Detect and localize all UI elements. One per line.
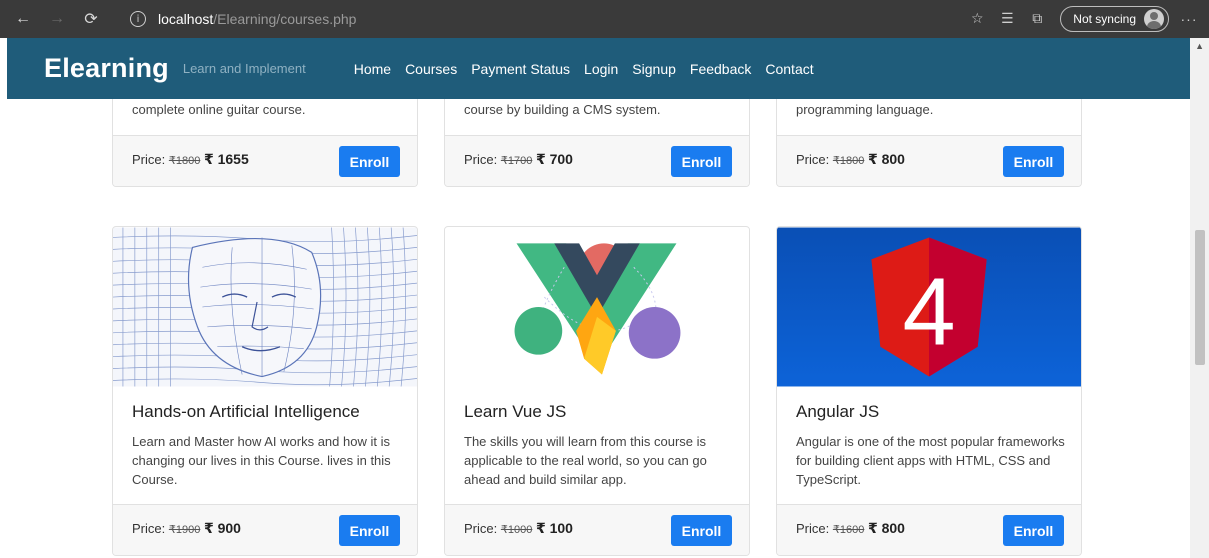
site-navbar-overlay: Elearning Learn and Implement Home Cours… [7,38,1190,99]
nav-feedback[interactable]: Feedback [690,61,751,77]
enroll-button[interactable]: Enroll [339,515,400,546]
price-info: Price: ₹1800 ₹ 800 [796,151,905,168]
price-info: Price: ₹1900 ₹ 900 [132,520,241,537]
new-price: ₹ 100 [535,520,573,536]
enroll-button[interactable]: Enroll [671,515,732,546]
info-icon[interactable]: i [130,11,146,27]
profile-sync-button[interactable]: Not syncing [1060,6,1169,32]
price-label: Price: [796,152,830,167]
url-host: localhost [158,11,214,27]
price-info: Price: ₹1800 ₹ 1655 [132,151,249,168]
enroll-button[interactable]: Enroll [1003,515,1064,546]
old-price: ₹1700 [500,155,533,167]
nav-contact[interactable]: Contact [765,61,813,77]
old-price: ₹1600 [832,524,865,536]
card-footer: Price: ₹1800 ₹ 1655 Enroll [113,135,417,186]
favorites-list-icon[interactable]: ☰ [992,11,1022,27]
card-footer: Price: ₹1700 ₹ 700 Enroll [445,135,749,186]
course-description: Angular is one of the most popular frame… [796,434,1065,487]
ai-wireframe-face-image [113,227,417,387]
card-description: complete online guitar course. [132,102,306,117]
card-footer: Price: ₹1600 ₹ 800 Enroll [777,504,1081,555]
old-price: ₹1000 [500,524,533,536]
browser-toolbar: ← → ⟳ i localhost/Elearning/courses.php … [0,0,1209,38]
back-icon[interactable]: ← [6,4,40,34]
nav-courses[interactable]: Courses [405,61,457,77]
card-description: course by building a CMS system. [464,102,661,117]
nav-home[interactable]: Home [354,61,391,77]
new-price: ₹ 900 [203,520,241,536]
old-price: ₹1900 [168,524,201,536]
price-label: Price: [132,521,166,536]
forward-icon[interactable]: → [40,4,74,34]
course-card: complete online guitar course. Price: ₹1… [112,87,418,187]
course-card: Learn Vue JS The skills you will learn f… [444,226,750,556]
card-description: programming language. [796,102,934,117]
nav-payment-status[interactable]: Payment Status [471,61,570,77]
sync-label: Not syncing [1073,12,1136,26]
course-card: 4 Angular JS Angular is one of the most … [776,226,1082,556]
vue-firebase-logo-image [445,227,749,387]
course-title: Hands-on Artificial Intelligence [132,402,360,421]
price-info: Price: ₹1600 ₹ 800 [796,520,905,537]
angular-logo-text: 4 [902,260,955,366]
course-card: course by building a CMS system. Price: … [444,87,750,187]
price-label: Price: [464,521,498,536]
old-price: ₹1800 [832,155,865,167]
scroll-up-icon[interactable]: ▲ [1195,41,1204,51]
course-description: The skills you will learn from this cour… [464,434,707,487]
nav-signup[interactable]: Signup [632,61,676,77]
site-tagline: Learn and Implement [182,61,306,76]
course-title: Angular JS [796,402,880,421]
nav-login[interactable]: Login [584,61,618,77]
card-footer: Price: ₹1000 ₹ 100 Enroll [445,504,749,555]
old-price: ₹1800 [168,155,201,167]
profile-icon [1144,9,1164,29]
price-info: Price: ₹1700 ₹ 700 [464,151,573,168]
card-footer: Price: ₹1800 ₹ 800 Enroll [777,135,1081,186]
price-info: Price: ₹1000 ₹ 100 [464,520,573,537]
course-card: programming language. Price: ₹1800 ₹ 800… [776,87,1082,187]
enroll-button[interactable]: Enroll [671,146,732,177]
new-price: ₹ 800 [867,520,905,536]
address-bar[interactable]: i localhost/Elearning/courses.php [130,6,940,32]
nav-links: Home Courses Payment Status Login Signup… [354,61,828,77]
enroll-button[interactable]: Enroll [339,146,400,177]
course-title: Learn Vue JS [464,402,567,421]
collections-icon[interactable]: ⧉ [1022,11,1052,27]
price-label: Price: [796,521,830,536]
price-label: Price: [132,152,166,167]
course-card: Hands-on Artificial Intelligence Learn a… [112,226,418,556]
scrollbar-thumb[interactable] [1195,230,1205,365]
angular-4-logo-image: 4 [777,227,1081,387]
more-icon[interactable]: ··· [1169,11,1209,27]
refresh-icon[interactable]: ⟳ [74,4,108,34]
new-price: ₹ 800 [867,151,905,167]
favorite-icon[interactable]: ☆ [962,11,992,27]
new-price: ₹ 1655 [203,151,249,167]
site-brand[interactable]: Elearning [44,53,169,84]
new-price: ₹ 700 [535,151,573,167]
card-footer: Price: ₹1900 ₹ 900 Enroll [113,504,417,555]
enroll-button[interactable]: Enroll [1003,146,1064,177]
url-path: /Elearning/courses.php [213,11,357,27]
course-description: Learn and Master how AI works and how it… [132,434,391,487]
price-label: Price: [464,152,498,167]
